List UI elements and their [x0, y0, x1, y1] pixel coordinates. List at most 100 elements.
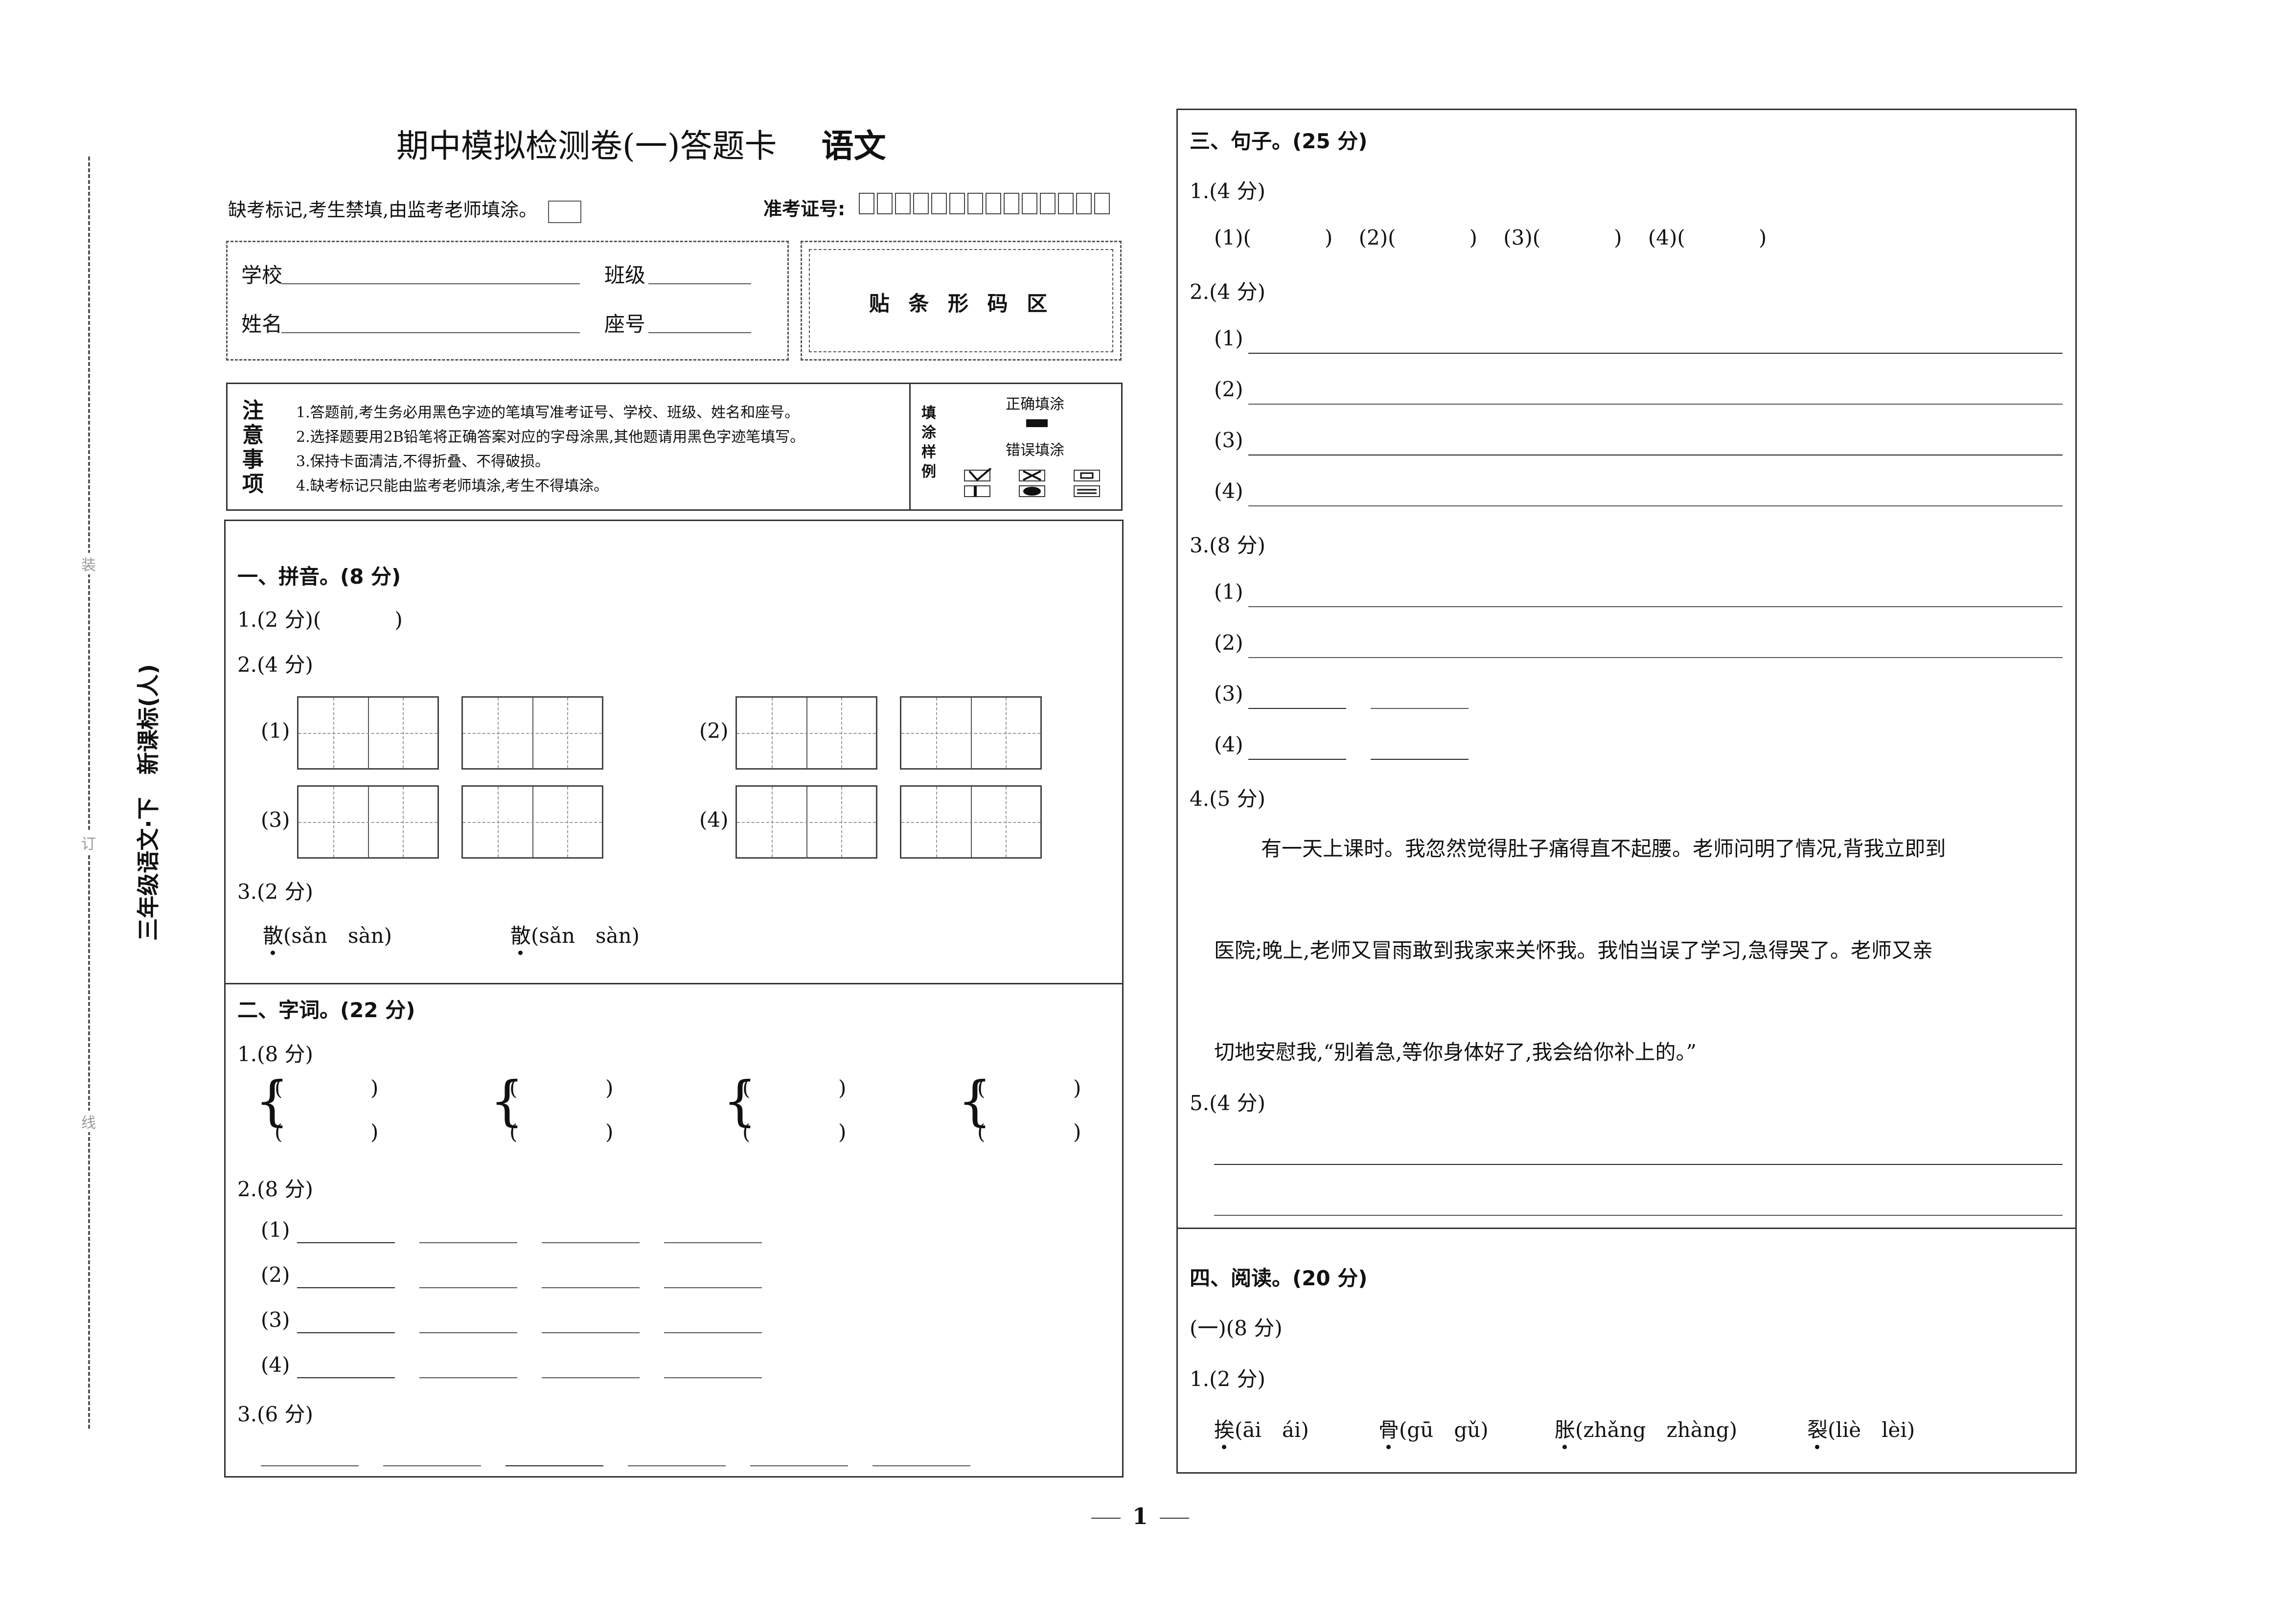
answer-line[interactable] [1248, 708, 1346, 709]
s4-q1-item[interactable]: 挨(āi ái) [1214, 1413, 1309, 1443]
s1-q2-item-3-label: (3) [261, 808, 290, 832]
s2-q1-item[interactable]: { () () [490, 1074, 637, 1144]
answer-line[interactable] [419, 1332, 517, 1333]
answer-line[interactable] [1248, 606, 2063, 607]
emphasis-dot [518, 951, 523, 955]
exam-no-label: 准考证号: [763, 198, 846, 220]
s4-q1-item[interactable]: 胀(zhǎng zhàng) [1555, 1413, 1737, 1443]
s3-q3-row-label: (1) [1214, 580, 1243, 604]
answer-line[interactable] [664, 1287, 762, 1288]
class-field[interactable] [648, 283, 751, 284]
answer-line[interactable] [664, 1332, 762, 1333]
tianzige-grid[interactable] [461, 785, 603, 859]
name-label: 姓名 [241, 312, 283, 336]
answer-line[interactable] [628, 1465, 726, 1466]
absent-mark-box[interactable] [548, 200, 582, 223]
answer-line[interactable] [542, 1287, 640, 1288]
notice-item: 4.缺考标记只能由监考老师填涂,考生不得填涂。 [296, 478, 609, 495]
binding-mark-xian: 线 [81, 1111, 96, 1132]
s3-q4-passage-line: 切地安慰我,“别着急,等你身体好了,我会给你补上的。” [1214, 1040, 1697, 1064]
answer-line[interactable] [1248, 353, 2063, 354]
s3-q1-row: (1)() (2)() (3)() (4)() [1214, 226, 1767, 250]
emphasis-dot [1815, 1445, 1819, 1449]
school-field[interactable] [281, 283, 580, 284]
section-divider [1178, 1228, 2075, 1229]
s4-q1-item[interactable]: 骨(gū gǔ) [1378, 1413, 1489, 1443]
emphasis-dot [271, 951, 275, 955]
s3-q1-item[interactable]: (3)() [1503, 226, 1622, 250]
s3-q4-passage-line: 有一天上课时。我忽然觉得肚子痛得直不起腰。老师问明了情况,背我立即到 [1261, 837, 1946, 861]
tianzige-grid[interactable] [297, 696, 439, 770]
tianzige-grid[interactable] [735, 696, 877, 770]
answer-line[interactable] [1248, 657, 2063, 658]
seat-field[interactable] [648, 332, 751, 333]
s3-q5-label: 5.(4 分) [1190, 1091, 1265, 1115]
section-2-title: 二、字词。(22 分) [237, 998, 415, 1022]
binding-mark-ding: 订 [81, 832, 96, 853]
binding-dashed-line [88, 157, 90, 1429]
s3-q2-label: 2.(4 分) [1190, 280, 1265, 304]
s2-q1-item[interactable]: { () () [958, 1074, 1104, 1144]
answer-line[interactable] [1371, 708, 1469, 709]
exam-no-cells[interactable] [859, 193, 1118, 215]
tianzige-grid[interactable] [900, 785, 1042, 859]
s2-q2-row-label: (4) [261, 1353, 290, 1377]
answer-line[interactable] [297, 1287, 395, 1288]
answer-line[interactable] [261, 1465, 359, 1466]
answer-line[interactable] [297, 1242, 395, 1243]
subject-text: 语文 [821, 127, 886, 165]
answer-line[interactable] [1248, 404, 2063, 405]
answer-line[interactable] [664, 1377, 762, 1378]
answer-line[interactable] [1214, 1215, 2063, 1216]
title-text: 期中模拟检测卷(一)答题卡 [396, 127, 777, 165]
correct-fill-sample [1026, 419, 1048, 427]
answer-line[interactable] [872, 1465, 970, 1466]
answer-line[interactable] [750, 1465, 848, 1466]
answer-line[interactable] [664, 1242, 762, 1243]
sample-title: 填涂 样例 [921, 405, 936, 480]
answer-line[interactable] [1214, 1164, 2063, 1165]
barcode-label: 贴 条 形 码 区 [869, 292, 1054, 316]
answer-line[interactable] [419, 1242, 517, 1243]
emphasis-dot [1386, 1445, 1391, 1449]
s4-q1-item[interactable]: 裂(liè lèi) [1807, 1413, 1915, 1443]
section-4-title: 四、阅读。(20 分) [1190, 1266, 1368, 1290]
tianzige-grid[interactable] [461, 696, 603, 770]
s1-q3-item[interactable]: 散(sǎn sàn) [263, 919, 392, 949]
s3-q4-passage-line: 医院;晚上,老师又冒雨敢到我家来关怀我。我怕当误了学习,急得哭了。老师又亲 [1214, 938, 1933, 962]
answer-line[interactable] [1248, 505, 2063, 506]
s1-q2-item-4-label: (4) [699, 808, 729, 832]
s3-q1-item[interactable]: (4)() [1648, 226, 1767, 250]
s2-q1-item[interactable]: { () () [723, 1074, 870, 1144]
tianzige-grid[interactable] [297, 785, 439, 859]
answer-line[interactable] [542, 1332, 640, 1333]
answer-line[interactable] [505, 1465, 603, 1466]
s3-q2-row-label: (1) [1214, 326, 1243, 350]
school-label: 学校 [241, 263, 283, 287]
s1-q2-label: 2.(4 分) [237, 653, 313, 677]
answer-line[interactable] [542, 1242, 640, 1243]
answer-line[interactable] [419, 1377, 517, 1378]
s1-q3-item[interactable]: 散(sǎn sàn) [510, 919, 640, 949]
emphasis-dot [1562, 1445, 1567, 1449]
answer-line[interactable] [419, 1287, 517, 1288]
answer-line[interactable] [297, 1377, 395, 1378]
answer-line[interactable] [1371, 759, 1469, 760]
s3-q1-item[interactable]: (1)() [1214, 226, 1332, 250]
correct-fill-label: 正确填涂 [1006, 396, 1064, 413]
left-answer-area: 一、拼音。(8 分) 1.(2 分)() 2.(4 分) (1) (2) (3)… [224, 520, 1124, 1478]
s2-q2-row-label: (1) [261, 1218, 290, 1242]
answer-line[interactable] [1248, 759, 1346, 760]
answer-line[interactable] [542, 1377, 640, 1378]
s3-q1-item[interactable]: (2)() [1359, 226, 1477, 250]
tianzige-grid[interactable] [735, 785, 877, 859]
name-field[interactable] [281, 332, 580, 333]
answer-line[interactable] [297, 1332, 395, 1333]
notice-item: 1.答题前,考生务必用黑色字迹的笔填写准考证号、学校、班级、姓名和座号。 [296, 404, 800, 421]
notice-item: 2.选择题要用2B铅笔将正确答案对应的字母涂黑,其他题请用黑色字迹笔填写。 [296, 429, 805, 446]
side-grade-label: 三年级语文·下 新课标(人) [135, 664, 161, 941]
s3-q4-label: 4.(5 分) [1190, 787, 1265, 811]
answer-line[interactable] [383, 1465, 481, 1466]
s2-q1-item[interactable]: { () () [255, 1074, 402, 1144]
tianzige-grid[interactable] [900, 696, 1042, 770]
